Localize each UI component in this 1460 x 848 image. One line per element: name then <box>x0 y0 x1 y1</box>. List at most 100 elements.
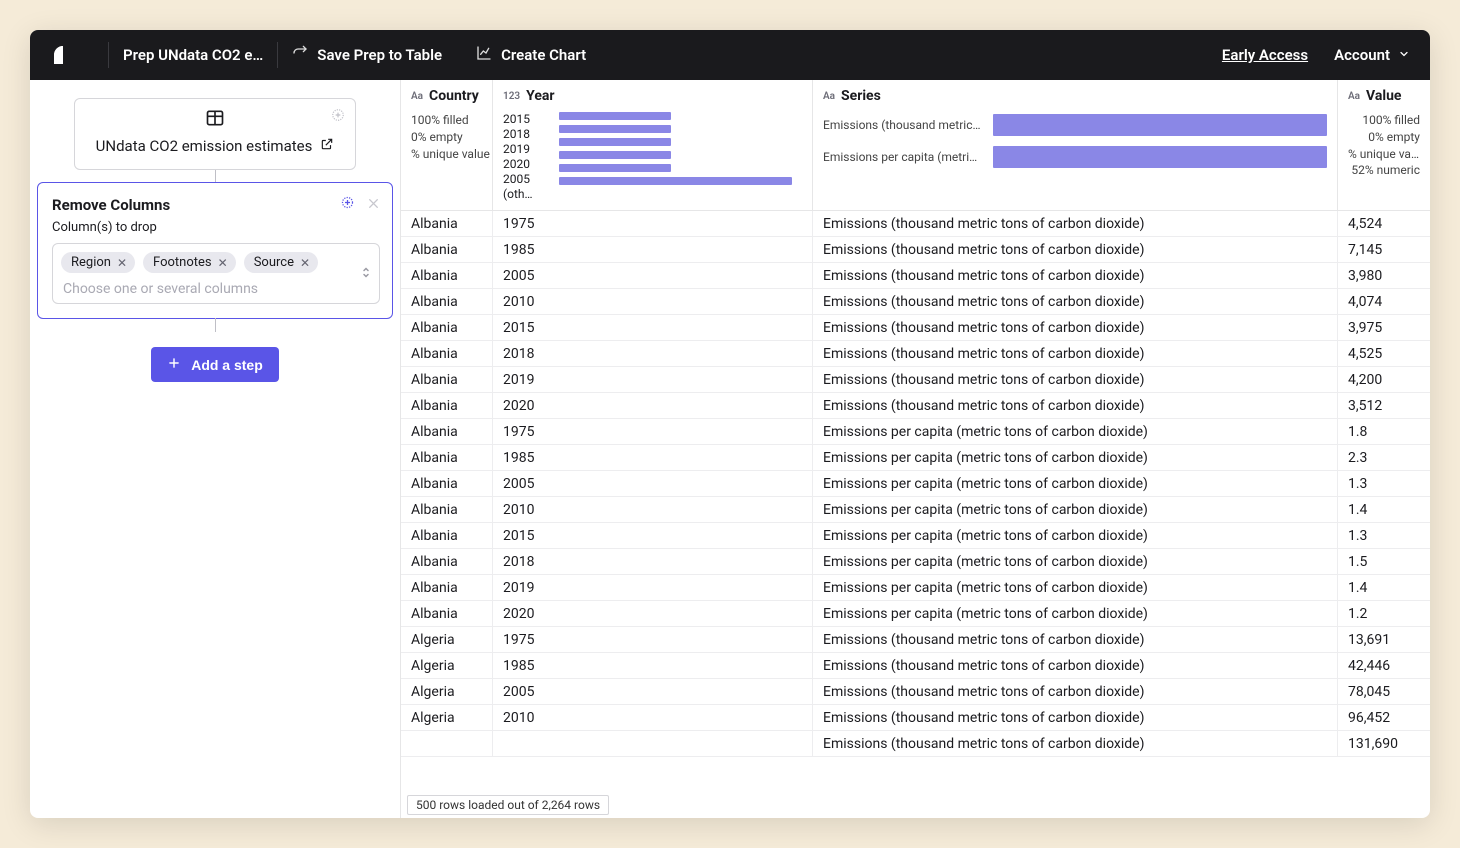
cell-value: 78,045 <box>1338 679 1430 704</box>
chip-region[interactable]: Region✕ <box>61 252 135 273</box>
table-row[interactable]: Albania2015Emissions (thousand metric to… <box>401 315 1430 341</box>
remove-columns-step[interactable]: Remove Columns Column(s) to drop Region✕… <box>37 182 393 319</box>
table-row[interactable]: Albania2020Emissions (thousand metric to… <box>401 393 1430 419</box>
cell-country: Albania <box>401 523 493 548</box>
cell-series: Emissions per capita (metric tons of car… <box>813 549 1338 574</box>
table-row[interactable]: Albania2019Emissions (thousand metric to… <box>401 367 1430 393</box>
cell-country: Albania <box>401 575 493 600</box>
year-hist-bar <box>559 112 671 120</box>
app-logo[interactable] <box>50 42 76 68</box>
table-row[interactable]: Albania1985Emissions per capita (metric … <box>401 445 1430 471</box>
series-hist-row: Emissions per capita (metric t… <box>823 146 1327 168</box>
table-row[interactable]: Algeria2005Emissions (thousand metric to… <box>401 679 1430 705</box>
cell-country: Albania <box>401 471 493 496</box>
chip-remove-icon[interactable]: ✕ <box>117 256 127 270</box>
early-access-link[interactable]: Early Access <box>1222 46 1308 64</box>
cell-country: Albania <box>401 393 493 418</box>
table-row[interactable]: Albania2015Emissions per capita (metric … <box>401 523 1430 549</box>
chip-label: Footnotes <box>153 255 212 270</box>
table-row[interactable]: Algeria1975Emissions (thousand metric to… <box>401 627 1430 653</box>
cell-country <box>401 731 493 756</box>
cell-series: Emissions per capita (metric tons of car… <box>813 601 1338 626</box>
create-chart-button[interactable]: Create Chart <box>476 45 586 65</box>
cell-value: 1.5 <box>1338 549 1430 574</box>
year-hist-label: (oth… <box>503 187 549 202</box>
cell-series: Emissions per capita (metric tons of car… <box>813 575 1338 600</box>
table-row[interactable]: Albania2010Emissions (thousand metric to… <box>401 289 1430 315</box>
chip-remove-icon[interactable]: ✕ <box>300 256 310 270</box>
table-row[interactable]: Albania1975Emissions (thousand metric to… <box>401 211 1430 237</box>
add-step-label: Add a step <box>191 357 263 373</box>
share-icon <box>292 45 308 65</box>
cell-year: 1985 <box>493 653 813 678</box>
column-header-value[interactable]: AaValue 100% filled0% empty% unique valu… <box>1338 80 1430 210</box>
source-card[interactable]: UNdata CO2 emission estimates <box>74 98 356 170</box>
chip-source[interactable]: Source ✕ <box>244 252 318 273</box>
cell-year: 2005 <box>493 471 813 496</box>
cell-value: 4,074 <box>1338 289 1430 314</box>
add-node-icon[interactable] <box>331 107 345 126</box>
table-row[interactable]: Albania2005Emissions per capita (metric … <box>401 471 1430 497</box>
table-row[interactable]: Algeria1985Emissions (thousand metric to… <box>401 653 1430 679</box>
table-row[interactable]: Algeria2010Emissions (thousand metric to… <box>401 705 1430 731</box>
column-header-series[interactable]: AaSeries Emissions (thousand metric to…E… <box>813 80 1338 210</box>
year-hist-bar <box>559 151 671 159</box>
account-menu[interactable]: Account <box>1334 46 1410 64</box>
cell-year: 2015 <box>493 523 813 548</box>
row-count-footer: 500 rows loaded out of 2,264 rows <box>407 795 609 815</box>
table-row[interactable]: Albania2018Emissions per capita (metric … <box>401 549 1430 575</box>
chip-footnotes[interactable]: Footnotes ✕ <box>143 252 236 273</box>
step-title: Remove Columns <box>52 196 170 214</box>
table-row[interactable]: Albania2005Emissions (thousand metric to… <box>401 263 1430 289</box>
column-stat: 0% empty <box>411 129 490 146</box>
type-number-icon: 123 <box>503 91 520 102</box>
year-hist-label: 2020 <box>503 157 549 172</box>
page-title: Prep UNdata CO2 e… <box>123 46 263 64</box>
table-row[interactable]: Albania2010Emissions per capita (metric … <box>401 497 1430 523</box>
target-icon[interactable] <box>340 195 355 214</box>
external-link-icon[interactable] <box>320 137 334 155</box>
cell-value: 42,446 <box>1338 653 1430 678</box>
cell-year: 2005 <box>493 263 813 288</box>
table-icon <box>205 108 225 132</box>
columns-select[interactable]: Region✕Footnotes✕Source✕ Choose one or s… <box>52 243 380 304</box>
table-row[interactable]: Albania2019Emissions per capita (metric … <box>401 575 1430 601</box>
save-prep-button[interactable]: Save Prep to Table <box>292 45 442 65</box>
cell-series: Emissions (thousand metric tons of carbo… <box>813 211 1338 236</box>
year-hist-label: 2005 <box>503 172 549 187</box>
year-hist-label: 2019 <box>503 142 549 157</box>
column-stat: 52% numeric <box>1348 162 1420 179</box>
table-row[interactable]: Albania1975Emissions per capita (metric … <box>401 419 1430 445</box>
column-stat: 100% filled <box>1348 112 1420 129</box>
cell-series: Emissions (thousand metric tons of carbo… <box>813 367 1338 392</box>
cell-year: 2020 <box>493 393 813 418</box>
source-name: UNdata CO2 emission estimates <box>96 137 313 155</box>
type-text-icon: Aa <box>411 91 423 102</box>
cell-country: Algeria <box>401 705 493 730</box>
cell-year: 2018 <box>493 549 813 574</box>
close-icon[interactable] <box>367 195 380 214</box>
series-hist-bar <box>993 146 1327 168</box>
cell-year: 2020 <box>493 601 813 626</box>
account-label: Account <box>1334 46 1390 64</box>
cell-country: Albania <box>401 341 493 366</box>
cell-country: Albania <box>401 445 493 470</box>
table-row[interactable]: Albania2020Emissions per capita (metric … <box>401 601 1430 627</box>
cell-series: Emissions (thousand metric tons of carbo… <box>813 731 1338 756</box>
cell-value: 1.4 <box>1338 497 1430 522</box>
chip-label: Source <box>254 255 294 270</box>
table-row[interactable]: Emissions (thousand metric tons of carbo… <box>401 731 1430 757</box>
year-hist-bar <box>559 177 792 185</box>
divider <box>108 42 109 68</box>
column-header-year[interactable]: 123Year 20152018201920202005(oth… <box>493 80 813 210</box>
column-header-country[interactable]: AaCountry 100% filled0% empty% unique va… <box>401 80 493 210</box>
chip-remove-icon[interactable]: ✕ <box>218 256 228 270</box>
table-row[interactable]: Albania1985Emissions (thousand metric to… <box>401 237 1430 263</box>
cell-country: Albania <box>401 211 493 236</box>
column-name: Country <box>429 88 479 104</box>
table-row[interactable]: Albania2018Emissions (thousand metric to… <box>401 341 1430 367</box>
year-hist-bar <box>559 138 671 146</box>
cell-country: Albania <box>401 237 493 262</box>
add-step-button[interactable]: Add a step <box>151 347 279 382</box>
cell-series: Emissions (thousand metric tons of carbo… <box>813 653 1338 678</box>
